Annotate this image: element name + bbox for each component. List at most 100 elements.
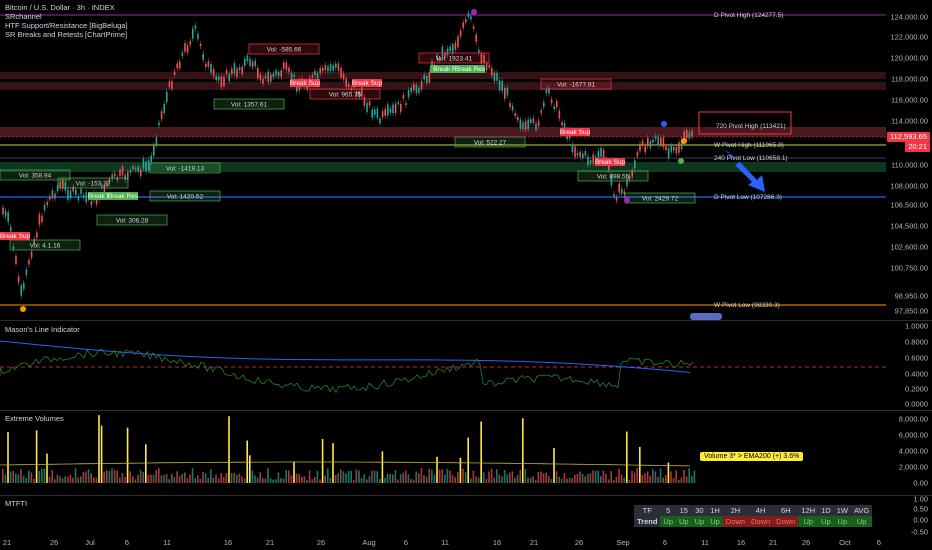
- time-tick: 6: [124, 538, 130, 547]
- mtfti-title[interactable]: MTFTI: [5, 499, 27, 508]
- pivot-marker: [681, 138, 687, 144]
- candle-body: [4, 210, 7, 217]
- candle-body: [615, 197, 618, 201]
- candle-body: [340, 67, 342, 78]
- volume-bar: [464, 472, 467, 483]
- volume-bar: [199, 478, 202, 483]
- candle-body: [17, 276, 20, 283]
- mtfti-trend-cell: Down: [747, 516, 774, 527]
- volume-bar: [186, 478, 189, 483]
- volume-bar: [529, 477, 532, 483]
- volume-bar: [220, 473, 222, 483]
- price-chart[interactable]: D Pivot High (124277.5) 720 Pivot High (1…: [0, 0, 886, 320]
- volume-bar: [152, 474, 155, 483]
- volume-bar: [7, 432, 9, 483]
- mason-axis[interactable]: 1.0000 0.8000 0.6000 0.4000 0.2000 0.000…: [886, 321, 932, 410]
- price-tick: 110,000.00: [891, 160, 928, 170]
- candle-body: [636, 152, 639, 157]
- volume-bar: [654, 471, 657, 483]
- volume-bar: [51, 470, 53, 483]
- candle-body: [38, 214, 41, 225]
- volume-box-label: Vol: 1420.52: [167, 194, 204, 201]
- candle-body: [686, 129, 688, 139]
- volume-bar: [280, 477, 282, 483]
- candle-body: [488, 65, 490, 68]
- candle-body: [501, 81, 503, 91]
- volume-bar: [490, 468, 493, 483]
- volume-bar: [579, 471, 581, 483]
- volume-bar: [470, 478, 472, 483]
- volume-bar: [38, 471, 40, 483]
- volume-bar: [90, 473, 92, 483]
- mtfti-header-cell: 1D: [818, 505, 834, 516]
- candle-body: [335, 63, 337, 68]
- volume-bar: [74, 468, 77, 483]
- volume-bar: [454, 477, 456, 483]
- candle-body: [25, 269, 28, 276]
- candle-body: [563, 122, 566, 129]
- volume-bar: [527, 477, 529, 483]
- volume-bar: [25, 477, 27, 483]
- indicator-sr-breaks[interactable]: SR Breaks and Retests [ChartPrime]: [5, 30, 128, 39]
- volume-bar: [444, 474, 446, 483]
- volume-bar: [54, 479, 56, 483]
- volume-bar: [80, 476, 82, 483]
- time-tick: 21: [529, 538, 539, 547]
- candle-body: [493, 72, 496, 82]
- volume-bar: [12, 470, 14, 483]
- mason-chart[interactable]: [0, 321, 886, 410]
- candle-body: [43, 204, 46, 211]
- candle-body: [153, 145, 155, 156]
- volume-box-label: Vol: -1677.91: [557, 82, 596, 89]
- candle-body: [400, 103, 402, 112]
- volume-bar: [171, 473, 173, 483]
- candle-body: [223, 76, 225, 87]
- candle-body: [236, 68, 238, 77]
- volume-bar: [30, 472, 33, 483]
- volume-bar: [145, 444, 147, 483]
- volume-bar: [550, 479, 553, 483]
- mtfti-trend-cell: Down: [722, 516, 748, 527]
- volume-bar: [228, 416, 230, 483]
- volume-bar: [314, 476, 316, 483]
- volume-bar: [618, 468, 620, 483]
- volume-bar: [665, 475, 667, 483]
- volume-bar: [43, 468, 46, 483]
- volume-bar: [301, 476, 303, 483]
- mason-title[interactable]: Mason's Line Indicator: [5, 325, 80, 334]
- volume-bar: [410, 478, 412, 483]
- volume-bar: [9, 471, 12, 483]
- volume-bar: [184, 472, 186, 483]
- volume-bar: [613, 479, 615, 483]
- candle-body: [114, 173, 116, 177]
- volume-bar: [558, 476, 560, 483]
- indicator-htf-sr[interactable]: HTF Support/Resistance [BigBeluga]: [5, 21, 128, 30]
- time-axis[interactable]: 21 26 Jul 6 11 16 21 26 Aug 6 11 16 21 2…: [0, 536, 886, 550]
- candle-body: [241, 66, 243, 75]
- candle-body: [322, 67, 324, 72]
- time-tick: 6: [662, 538, 668, 547]
- volume-title[interactable]: Extreme Volumes: [5, 414, 64, 423]
- candle-body: [413, 83, 415, 91]
- candle-body: [558, 110, 561, 119]
- price-tick: 114,000.00: [891, 116, 928, 126]
- volume-bar: [238, 473, 241, 483]
- volume-bar: [303, 476, 306, 483]
- mtfti-axis[interactable]: 1.00 0.50 0.00 -0.50: [886, 495, 932, 537]
- pivot-label-d-low: D Pivot Low (107286.3): [714, 194, 782, 201]
- candle-body: [238, 67, 241, 71]
- candle-body: [80, 188, 82, 195]
- candle-body: [634, 160, 636, 169]
- candle-body: [418, 88, 420, 93]
- volume-bar: [475, 476, 477, 483]
- volume-axis[interactable]: 8,000.00 6,000.00 4,000.00 2,000.00 0.00: [886, 411, 932, 495]
- candle-body: [67, 189, 69, 201]
- price-axis[interactable]: 124,000.00 122,000.00 120,000.00 118,000…: [886, 0, 932, 320]
- candle-body: [426, 75, 428, 84]
- mason-pane[interactable]: [0, 321, 886, 410]
- indicator-srchannel[interactable]: SRchannel: [5, 12, 128, 21]
- volume-bar: [56, 474, 59, 483]
- time-tick: Oct: [839, 538, 851, 547]
- price-pane[interactable]: D Pivot High (124277.5) 720 Pivot High (1…: [0, 0, 886, 320]
- volume-box-label: Vol: 4.1.16: [30, 243, 61, 250]
